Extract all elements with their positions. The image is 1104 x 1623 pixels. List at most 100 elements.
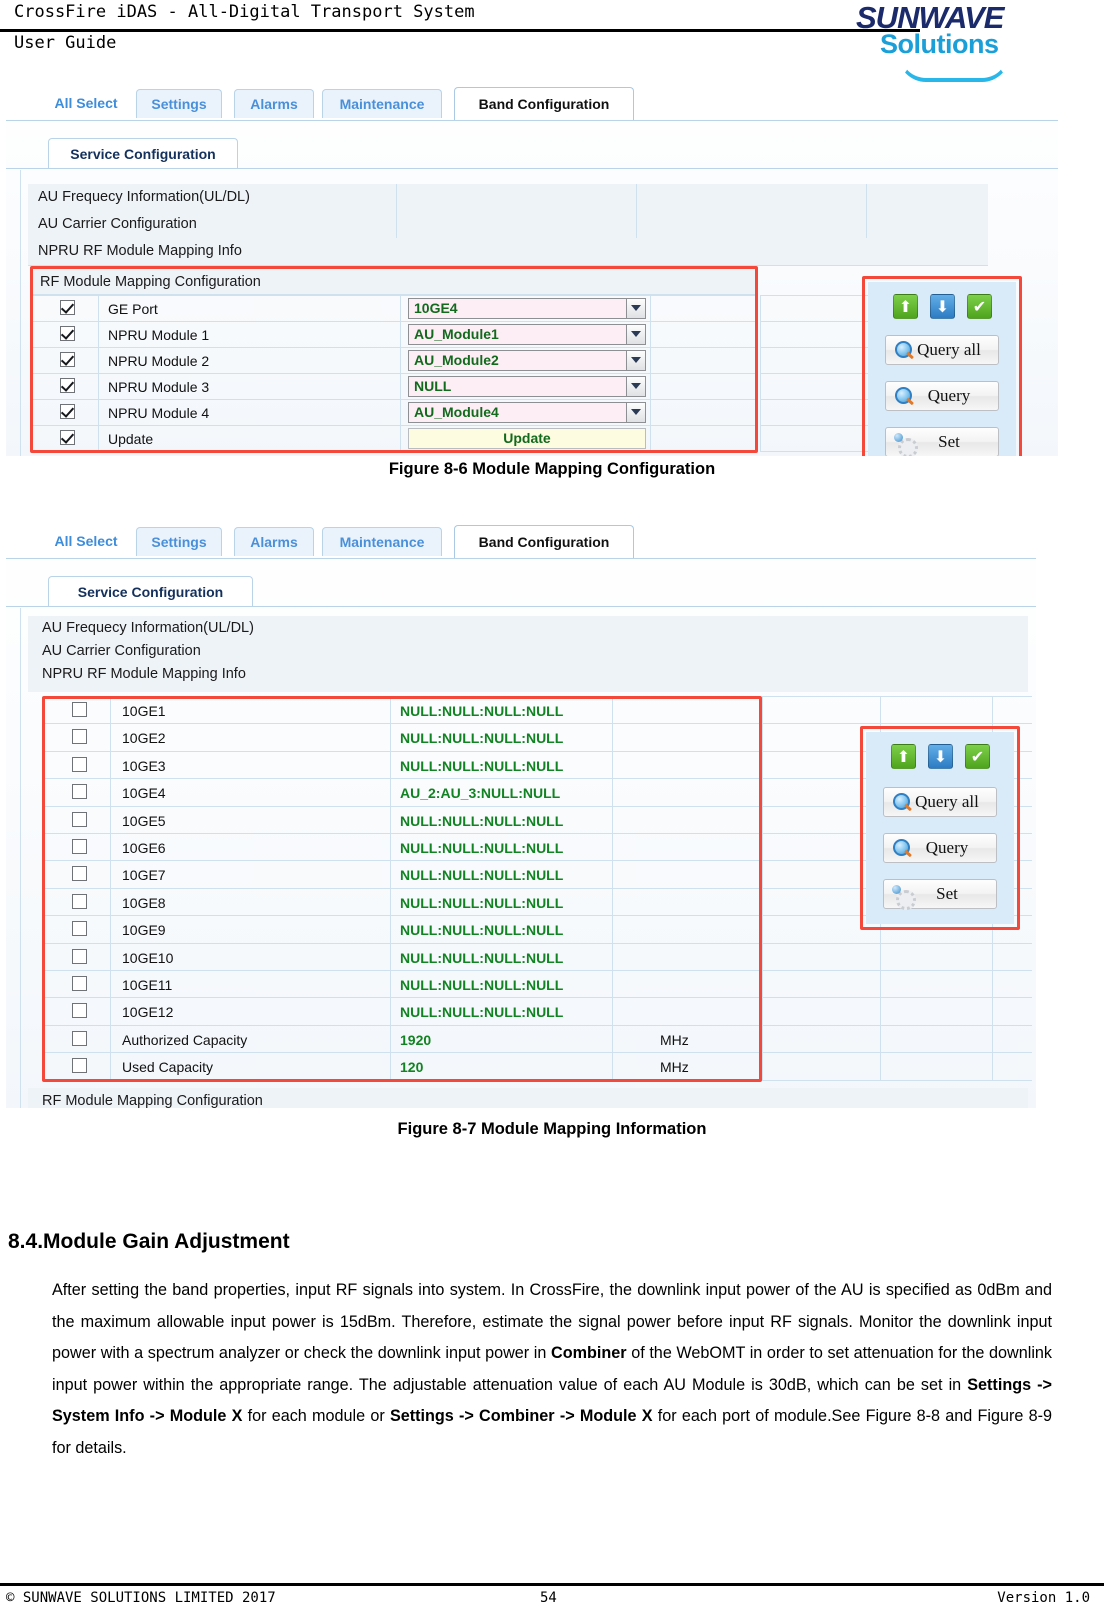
cell-divider [650,295,651,451]
panel-title: RF Module Mapping Configuration [40,274,261,290]
subtab-service-configuration[interactable]: Service Configuration [48,138,238,169]
tab-band-configuration[interactable]: Band Configuration [454,87,634,120]
tab-all-select[interactable]: All Select [38,527,134,556]
content-left-border [20,608,21,1108]
header-divider [0,29,920,32]
chevron-down-icon[interactable] [626,351,645,370]
column-separator [396,184,397,238]
row-value: NULL:NULL:NULL:NULL [400,977,564,993]
figure-8-6-screenshot: All Select Settings Alarms Maintenance Band … [6,86,1058,456]
row-checkbox[interactable] [60,378,75,393]
action-button-query-all[interactable]: Query all [885,335,999,365]
tab-settings[interactable]: Settings [136,89,222,118]
check-icon[interactable]: ✔ [965,744,990,769]
subtab-service-configuration[interactable]: Service Configuration [48,576,253,607]
figure-8-6-caption: Figure 8-6 Module Mapping Configuration [388,460,716,478]
document-subtitle: User Guide [14,33,117,53]
row-checkbox[interactable] [72,729,87,745]
row-checkbox[interactable] [72,784,87,800]
row-select[interactable]: AU_Module2 [408,350,646,371]
row-checkbox[interactable] [72,976,87,991]
row-value: 120 [400,1059,424,1076]
action-button-set[interactable]: Set [883,879,997,910]
row-checkbox[interactable] [72,839,87,854]
row-checkbox[interactable] [60,404,75,419]
chevron-down-icon[interactable] [626,299,645,318]
download-icon[interactable]: ⬇ [928,744,953,769]
select-value: NULL [414,378,452,394]
row-value: NULL:NULL:NULL:NULL [400,894,564,911]
chevron-down-icon[interactable] [626,377,645,396]
row-unit: MHz [660,1059,689,1076]
row-checkbox[interactable] [72,866,87,882]
row-checkbox[interactable] [60,352,75,367]
download-icon[interactable]: ⬇ [930,294,955,319]
row-checkbox[interactable] [72,921,87,937]
subtab-underline [6,606,1036,607]
tab-all-select[interactable]: All Select [38,89,134,118]
upload-icon[interactable]: ⬆ [893,294,918,319]
row-value: NULL:NULL:NULL:NULL [400,757,564,774]
tab-settings[interactable]: Settings [136,527,222,556]
action-button-query[interactable]: Query [883,833,997,863]
action-button-label: Query all [917,340,981,359]
figure-8-7-caption: Figure 8-7 Module Mapping Information [397,1120,707,1138]
row-checkbox[interactable] [72,811,87,827]
row-checkbox[interactable] [72,1003,87,1019]
icon-glyph: ✔ [972,297,987,316]
check-icon[interactable]: ✔ [967,294,992,319]
section-label: NPRU RF Module Mapping Info [42,666,246,682]
row-label: NPRU Module 4 [108,405,210,421]
row-select[interactable]: NULL [408,376,646,397]
chevron-down-icon[interactable] [626,325,645,344]
row-checkbox[interactable] [72,1030,87,1046]
row-value: NULL:NULL:NULL:NULL [400,867,564,884]
tab-alarms[interactable]: Alarms [234,527,314,556]
action-button-set[interactable]: Set [885,427,999,456]
footer-page-number: 54 [540,1590,557,1606]
footer-divider [0,1583,1104,1586]
row-label: 10GE5 [122,812,166,829]
icon-glyph: ⬇ [935,297,950,316]
select-value: AU_Module1 [414,326,499,342]
row-divider [33,295,755,296]
action-button-label: Set [938,432,960,451]
column-separator [866,184,867,238]
tab-maintenance[interactable]: Maintenance [322,527,442,556]
row-label: 10GE11 [122,977,173,993]
row-checkbox[interactable] [72,893,87,909]
row-label: GE Port [108,301,158,317]
action-button-query[interactable]: Query [885,381,999,411]
row-select[interactable]: AU_Module4 [408,402,646,423]
chevron-down-icon[interactable] [626,403,645,422]
row-label: Authorized Capacity [122,1031,248,1048]
row-checkbox[interactable] [72,1058,87,1074]
action-button-query-all[interactable]: Query all [883,787,997,817]
row-checkbox[interactable] [72,702,87,717]
update-button[interactable]: Update [408,428,646,449]
tab-alarms[interactable]: Alarms [234,89,314,118]
tab-maintenance[interactable]: Maintenance [322,89,442,118]
row-checkbox[interactable] [72,948,87,964]
action-button-label: Query all [915,792,979,811]
section-label: AU Carrier Configuration [42,643,201,659]
row-label: NPRU Module 1 [108,327,210,343]
row-checkbox[interactable] [72,756,87,772]
upload-icon[interactable]: ⬆ [891,744,916,769]
cell-divider [98,295,99,451]
row-select[interactable]: AU_Module1 [408,324,646,345]
subtab-underline [6,168,1058,169]
action-button-label: Query [925,838,969,857]
select-value: AU_Module4 [414,404,499,420]
row-checkbox[interactable] [60,326,75,341]
row-checkbox[interactable] [60,430,75,445]
select-value: AU_Module2 [414,352,499,368]
row-select[interactable]: 10GE4 [408,298,646,319]
row-checkbox[interactable] [60,300,75,315]
tab-band-configuration[interactable]: Band Configuration [454,525,634,558]
row-label: 10GE10 [122,949,174,966]
cell-divider [400,295,401,451]
row-label: 10GE4 [122,785,166,802]
row-label: NPRU Module 3 [108,379,210,395]
action-button-label: Set [936,884,958,903]
